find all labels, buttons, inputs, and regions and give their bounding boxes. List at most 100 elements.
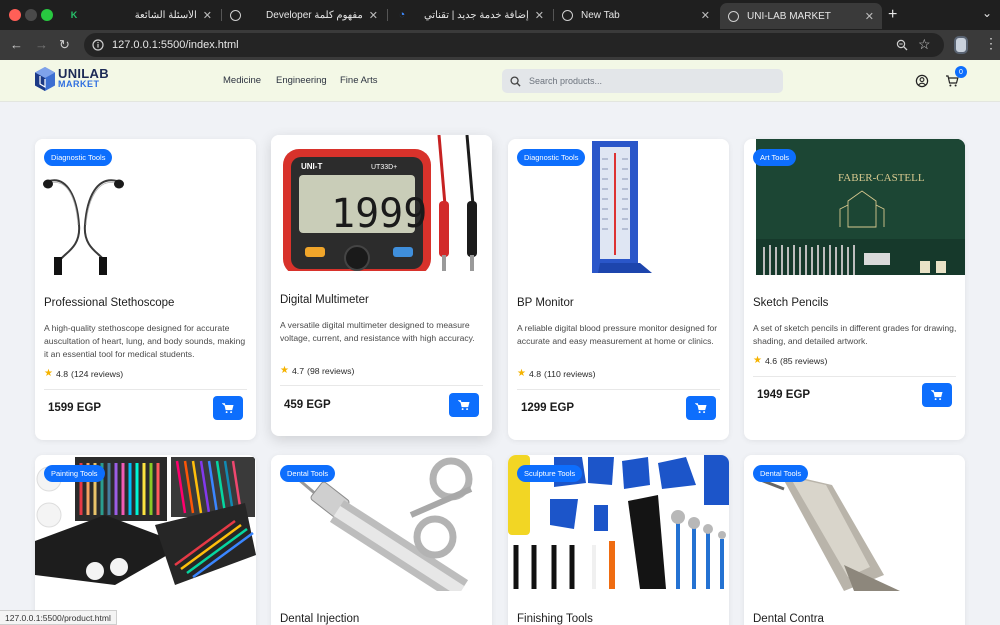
product-title[interactable]: Finishing Tools	[517, 613, 593, 625]
multimeter-image: UNI-T UT33D+ 1999	[283, 135, 477, 271]
category-badge: Sculpture Tools	[517, 465, 583, 482]
chevron-down-icon[interactable]: ⌄	[982, 6, 992, 20]
nav-link-medicine[interactable]: Medicine	[223, 75, 261, 86]
star-icon: ★	[517, 368, 526, 379]
reload-icon[interactable]: ↻	[59, 37, 70, 53]
product-title[interactable]: Sketch Pencils	[753, 297, 828, 309]
divider	[753, 376, 956, 377]
browser-tab-active[interactable]: UNI-LAB MARKET ✕	[720, 3, 882, 29]
extension-icon[interactable]	[954, 36, 968, 54]
browser-tab[interactable]: New Tab ✕	[554, 4, 718, 26]
star-icon: ★	[753, 355, 762, 366]
globe-icon	[728, 10, 739, 22]
cube-logo-icon	[35, 67, 55, 91]
star-icon: ★	[280, 365, 289, 376]
maximize-window-button[interactable]	[41, 9, 53, 21]
close-tab-icon[interactable]: ✕	[369, 9, 378, 22]
product-description: A set of sketch pencils in different gra…	[753, 323, 957, 346]
product-card[interactable]: Diagnostic Tools Professional Stethoscop…	[35, 139, 256, 440]
add-to-cart-button[interactable]	[922, 383, 952, 407]
svg-text:FABER-CASTELL: FABER-CASTELL	[838, 172, 925, 184]
product-card[interactable]: UNI-T UT33D+ 1999 Digital Multimeter A v…	[271, 135, 492, 436]
category-badge: Dental Tools	[753, 465, 809, 482]
product-rating: ★ 4.8 (124 reviews)	[44, 368, 124, 379]
cart-count-badge: 0	[955, 66, 967, 78]
cart-icon	[222, 403, 234, 414]
product-title[interactable]: Dental Injection	[280, 613, 359, 625]
close-window-button[interactable]	[9, 9, 21, 21]
k-logo-icon: K	[70, 10, 78, 20]
svg-text:UT33D+: UT33D+	[371, 164, 397, 171]
zoom-icon[interactable]	[896, 39, 908, 51]
browser-tab[interactable]: Developer مفهوم كلمة ✕	[222, 4, 386, 26]
logo-wordmark: UNILAB	[58, 66, 109, 81]
search-bar[interactable]	[502, 69, 783, 93]
category-badge: Diagnostic Tools	[517, 149, 586, 166]
category-badge: Art Tools	[753, 149, 797, 166]
product-image[interactable]: UNI-T UT33D+ 1999	[271, 135, 492, 271]
menu-kebab-icon[interactable]: ⋮	[984, 35, 998, 51]
bookmark-star-icon[interactable]: ☆	[918, 36, 931, 53]
svg-text:1999: 1999	[331, 191, 427, 237]
user-account-icon[interactable]	[915, 74, 929, 88]
product-price: 459 EGP	[284, 399, 331, 411]
browser-toolbar: ← → ↻ 127.0.0.1:5500/index.html ☆ ⋮	[0, 30, 1000, 60]
site-info-icon[interactable]	[92, 39, 104, 51]
product-card[interactable]: Diagnostic Tools BP Monitor A reliable d…	[508, 139, 729, 440]
back-arrow-icon[interactable]: ←	[10, 37, 23, 53]
product-card[interactable]: FABER-CASTELL Art Tools Sketch Pencils A…	[744, 139, 965, 440]
nav-link-fine-arts[interactable]: Fine Arts	[340, 75, 378, 86]
category-badge: Painting Tools	[44, 465, 105, 482]
svg-text:UNI-T: UNI-T	[301, 162, 322, 171]
product-rating: ★ 4.6 (85 reviews)	[753, 355, 828, 366]
cart-icon	[458, 400, 470, 411]
close-tab-icon[interactable]: ✕	[535, 9, 544, 22]
close-tab-icon[interactable]: ✕	[701, 9, 710, 22]
product-rating: ★ 4.8 (110 reviews)	[517, 368, 596, 379]
product-price: 1949 EGP	[757, 389, 811, 401]
site-logo[interactable]: UNILAB MARKET	[34, 66, 109, 92]
product-title[interactable]: Professional Stethoscope	[44, 297, 174, 309]
close-tab-icon[interactable]: ✕	[865, 10, 874, 23]
product-price: 1299 EGP	[521, 402, 575, 414]
product-description: A reliable digital blood pressure monito…	[517, 323, 718, 346]
product-card[interactable]: Painting Tools	[35, 455, 256, 625]
product-description: A versatile digital multimeter designed …	[280, 320, 475, 343]
cart-icon	[695, 403, 707, 414]
divider	[517, 389, 720, 390]
forward-arrow-icon[interactable]: →	[35, 37, 48, 53]
add-to-cart-button[interactable]	[213, 396, 243, 420]
product-description: A high-quality stethoscope designed for …	[44, 323, 246, 359]
browser-tab[interactable]: K الأسئلة الشائعة ✕	[60, 4, 220, 26]
product-rating: ★ 4.7 (98 reviews)	[280, 365, 355, 376]
crescent-icon: ◔	[398, 9, 406, 21]
url-text: 127.0.0.1:5500/index.html	[112, 39, 239, 51]
chatgpt-icon	[230, 9, 241, 21]
product-card[interactable]: Dental Tools Dental Injection	[271, 455, 492, 625]
product-price: 1599 EGP	[48, 402, 102, 414]
browser-tab-strip: K الأسئلة الشائعة ✕ Developer مفهوم كلمة…	[0, 0, 1000, 30]
product-title[interactable]: BP Monitor	[517, 297, 574, 309]
product-card[interactable]: Dental Tools Dental Contra	[744, 455, 965, 625]
site-header: UNILAB MARKET Medicine Engineering Fine …	[0, 60, 1000, 102]
product-title[interactable]: Digital Multimeter	[280, 294, 369, 306]
new-tab-button[interactable]: +	[888, 6, 897, 24]
star-icon: ★	[44, 368, 53, 379]
divider	[44, 389, 247, 390]
nav-link-engineering[interactable]: Engineering	[276, 75, 327, 86]
cart-icon	[931, 390, 943, 401]
search-input[interactable]	[529, 76, 769, 86]
category-badge: Diagnostic Tools	[44, 149, 113, 166]
divider	[280, 385, 483, 386]
search-icon	[510, 75, 521, 87]
address-bar[interactable]: 127.0.0.1:5500/index.html ☆	[84, 33, 944, 57]
chrome-icon	[562, 9, 573, 21]
browser-tab[interactable]: ◔ إضافة خدمة جديد | تقناتي ✕	[388, 4, 552, 26]
add-to-cart-button[interactable]	[449, 393, 479, 417]
close-tab-icon[interactable]: ✕	[203, 9, 212, 22]
product-card[interactable]: Sculpture Tools Finishing Tools	[508, 455, 729, 625]
minimize-window-button[interactable]	[25, 9, 37, 21]
product-title[interactable]: Dental Contra	[753, 613, 824, 625]
add-to-cart-button[interactable]	[686, 396, 716, 420]
status-bar-url: 127.0.0.1:5500/product.html	[0, 610, 117, 625]
